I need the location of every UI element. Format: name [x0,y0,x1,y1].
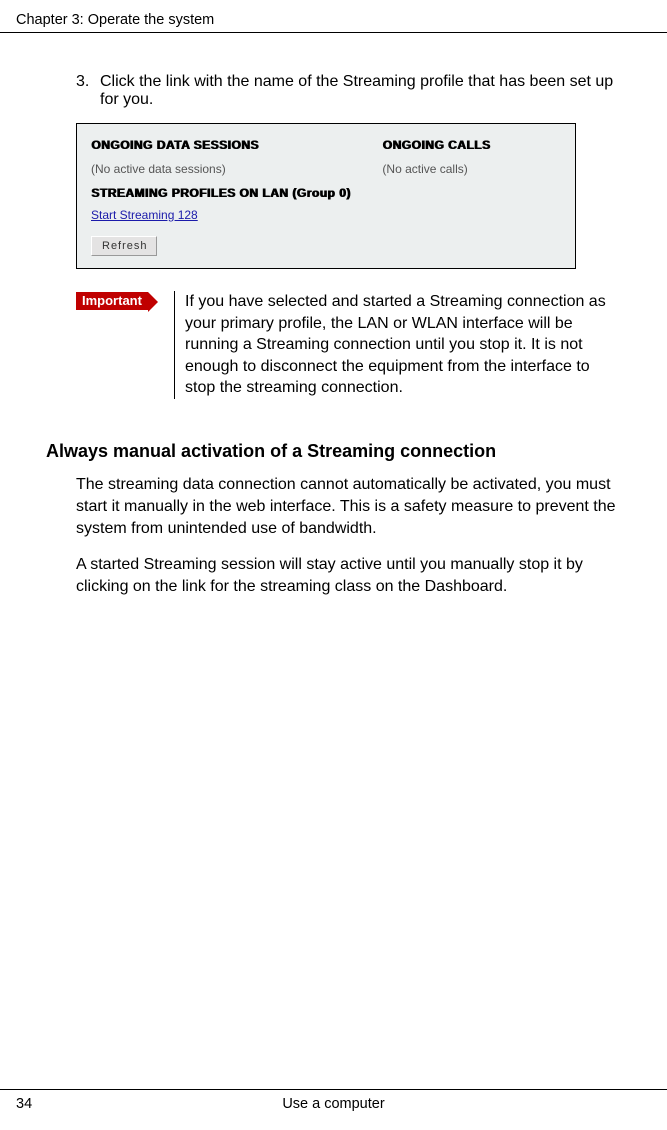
important-note: Important If you have selected and start… [76,291,621,399]
page-content: 3. Click the link with the name of the S… [0,33,667,598]
chapter-title: Chapter 3: Operate the system [16,12,214,28]
refresh-button[interactable]: Refresh [91,236,157,256]
running-header: Chapter 3: Operate the system [0,0,667,33]
fig-no-sessions: (No active data sessions) [91,162,382,176]
page-footer: 34 Use a computer [0,1089,667,1130]
page-number: 34 [16,1096,56,1112]
step-number: 3. [76,73,100,109]
screenshot-figure: ONGOING DATA SESSIONS ONGOING CALLS (No … [76,123,576,269]
section-heading: Always manual activation of a Streaming … [46,441,621,462]
body-paragraph-2: A started Streaming session will stay ac… [76,554,621,598]
note-text: If you have selected and started a Strea… [174,291,621,399]
fig-no-calls: (No active calls) [382,162,561,176]
step-text: Click the link with the name of the Stre… [100,73,621,109]
fig-heading-profiles: STREAMING PROFILES ON LAN (Group 0) [91,186,561,200]
note-tag-wrap: Important [76,291,174,399]
numbered-step: 3. Click the link with the name of the S… [46,73,621,109]
footer-section: Use a computer [56,1096,611,1112]
start-streaming-link[interactable]: Start Streaming 128 [91,208,198,222]
fig-heading-calls: ONGOING CALLS [382,138,561,152]
body-paragraph-1: The streaming data connection cannot aut… [76,474,621,540]
fig-heading-sessions: ONGOING DATA SESSIONS [91,138,382,152]
note-tag: Important [76,292,148,310]
